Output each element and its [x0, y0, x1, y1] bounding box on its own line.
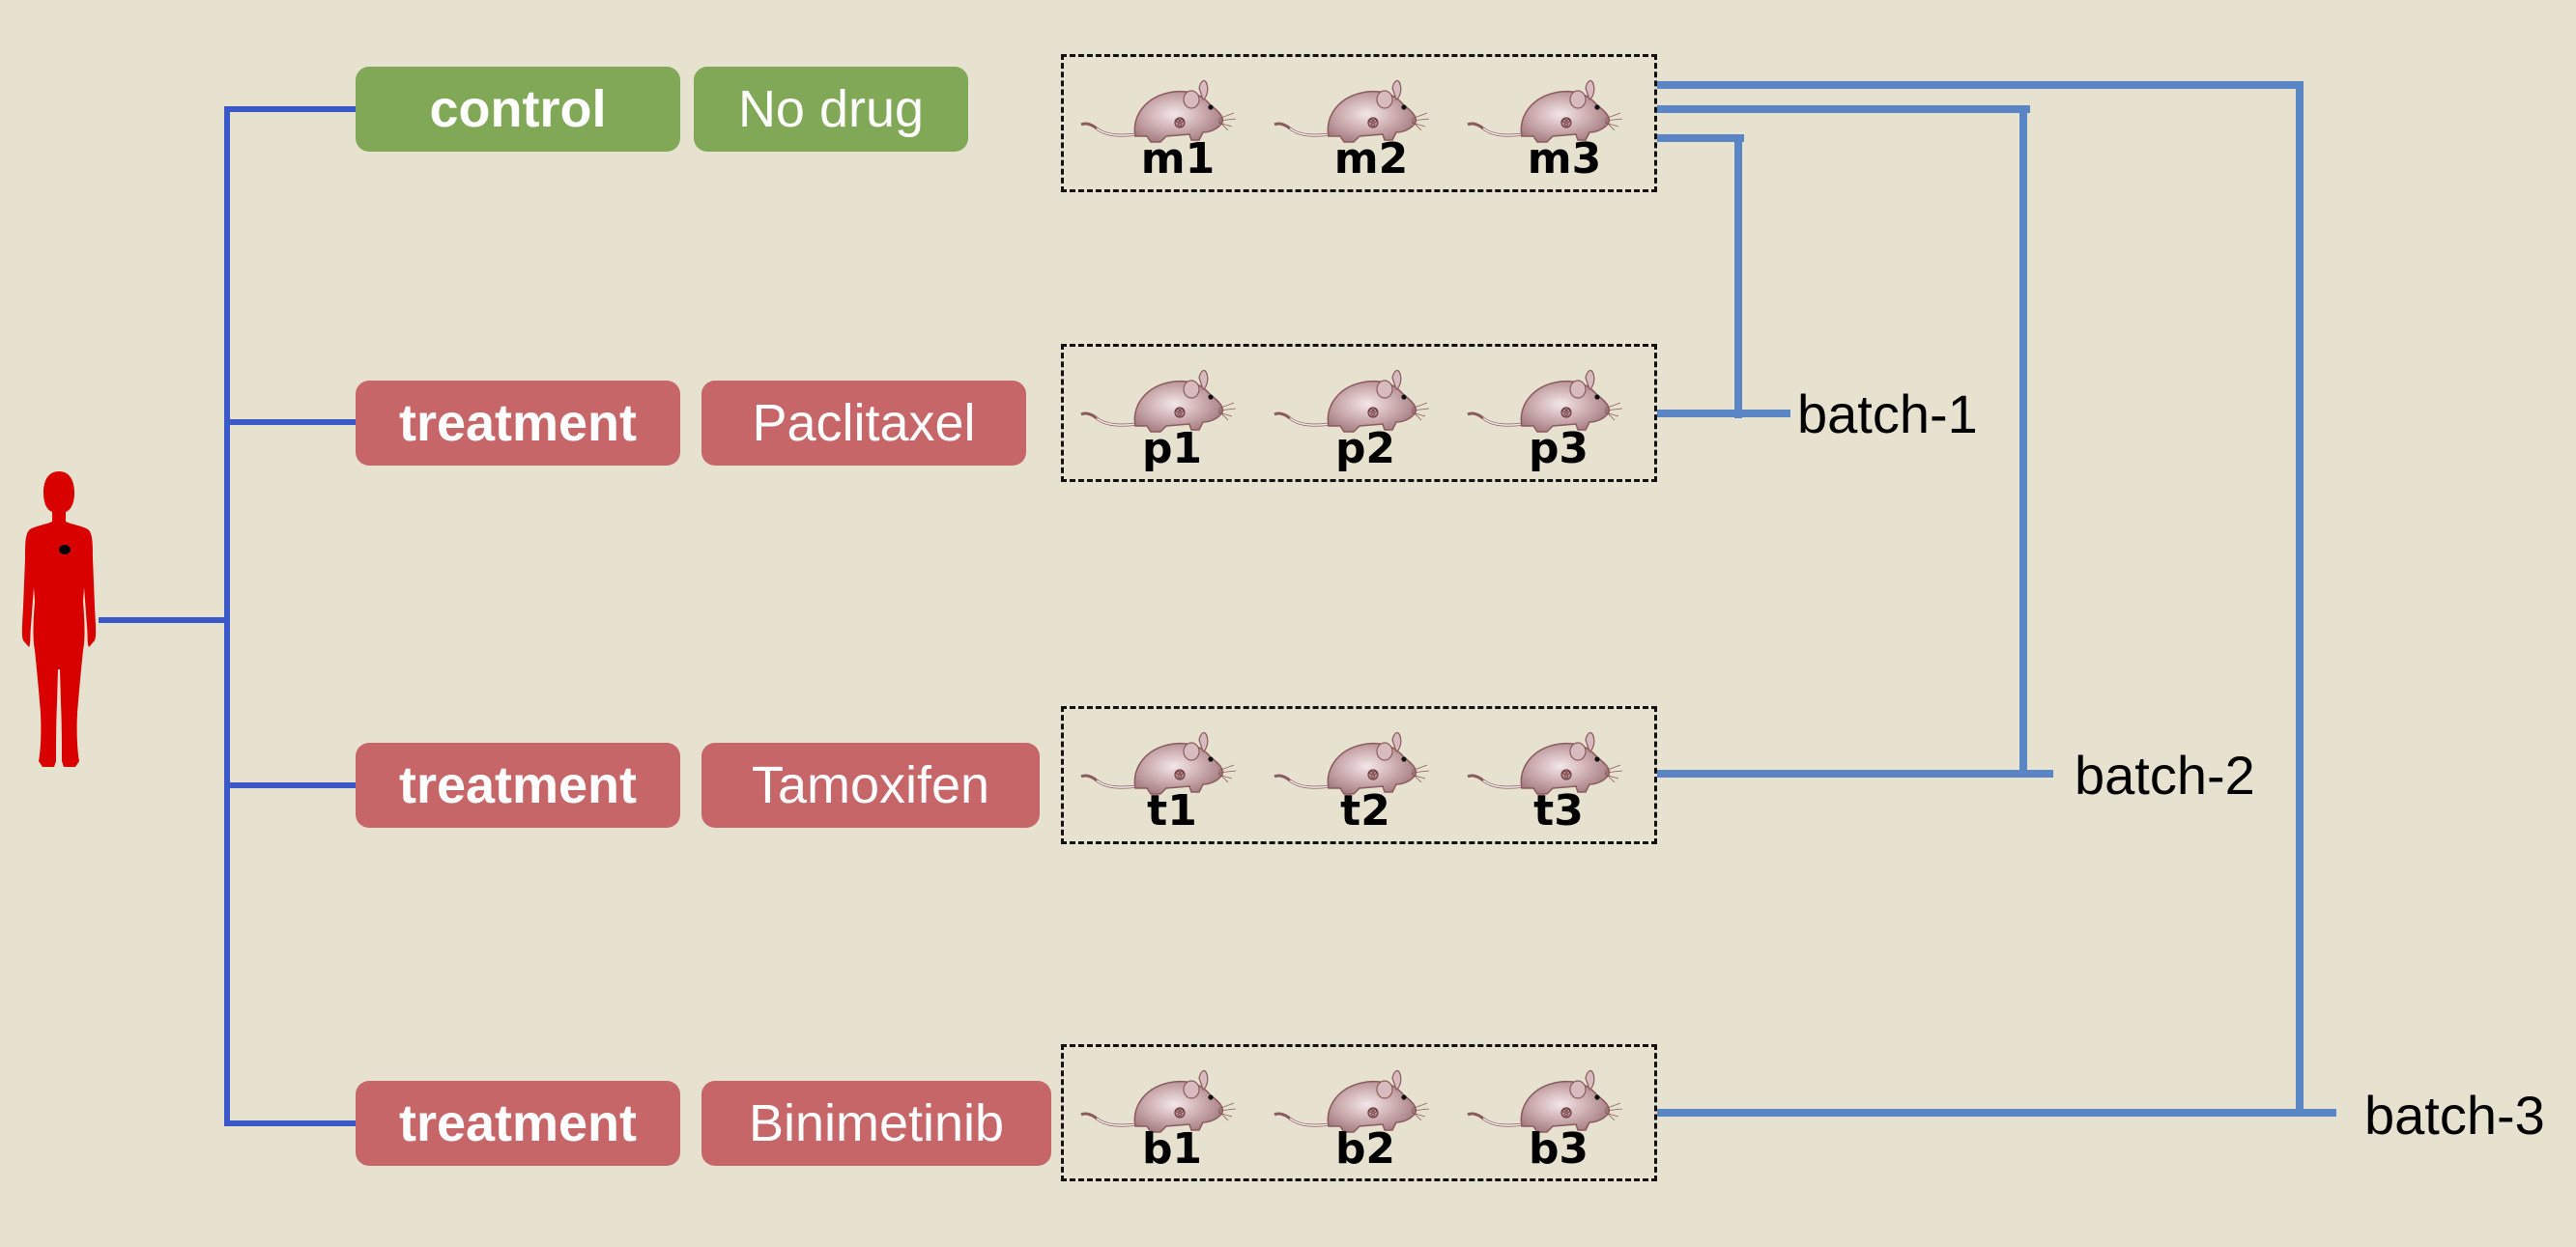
batch-2-label: batch-2	[2075, 745, 2255, 806]
tree-link-source	[99, 617, 230, 623]
batch-2-link-tamoxifen	[1657, 770, 2053, 778]
tree-trunk	[224, 106, 230, 1126]
batch-2-link-control	[1657, 105, 2030, 113]
batch-1-vertical	[1734, 134, 1742, 418]
drug-label-no-drug: No drug	[694, 67, 968, 152]
mouse-label: t2	[1340, 786, 1390, 836]
mouse-label: b3	[1528, 1124, 1589, 1174]
mouse-group-paclitaxel: p1 p2 p3	[1061, 344, 1657, 482]
batch-2-vertical	[2019, 105, 2027, 778]
mouse-label: t3	[1533, 786, 1584, 836]
batch-3-label: batch-3	[2364, 1085, 2545, 1146]
mouse-group-tamoxifen: t1 t2 t3	[1061, 706, 1657, 844]
mouse-group-control: m1 m2 m3	[1061, 54, 1657, 192]
mouse-label: m3	[1527, 134, 1602, 184]
mouse-label: b2	[1334, 1124, 1396, 1174]
tree-branch-3	[224, 1120, 356, 1126]
mouse-group-binimetinib: b1 b2 b3	[1061, 1044, 1657, 1181]
drug-label-binimetinib: Binimetinib	[701, 1081, 1051, 1166]
tree-branch-0	[224, 106, 356, 112]
batch-1-label: batch-1	[1797, 383, 1978, 444]
mouse-label: m2	[1333, 134, 1409, 184]
batch-1-link-control	[1657, 134, 1744, 142]
batch-3-vertical	[2296, 81, 2304, 1117]
group-label-treatment: treatment	[356, 381, 680, 466]
group-label-treatment: treatment	[356, 743, 680, 828]
group-label-treatment: treatment	[356, 1081, 680, 1166]
human-icon	[21, 471, 97, 767]
tree-branch-1	[224, 419, 356, 425]
mouse-label: p1	[1141, 424, 1203, 473]
mouse-label: p3	[1528, 424, 1589, 473]
batch-1-link-paclitaxel	[1657, 410, 1790, 417]
mouse-label: b1	[1141, 1124, 1203, 1174]
tumor-icon	[59, 545, 71, 554]
mouse-label: p2	[1334, 424, 1396, 473]
drug-label-tamoxifen: Tamoxifen	[701, 743, 1040, 828]
mouse-label: t1	[1147, 786, 1197, 836]
tree-branch-2	[224, 782, 356, 788]
batch-3-link-control	[1657, 81, 2304, 89]
mouse-label: m1	[1140, 134, 1216, 184]
drug-label-paclitaxel: Paclitaxel	[701, 381, 1026, 466]
group-label-control: control	[356, 67, 680, 152]
batch-3-link-binimetinib	[1657, 1109, 2336, 1117]
